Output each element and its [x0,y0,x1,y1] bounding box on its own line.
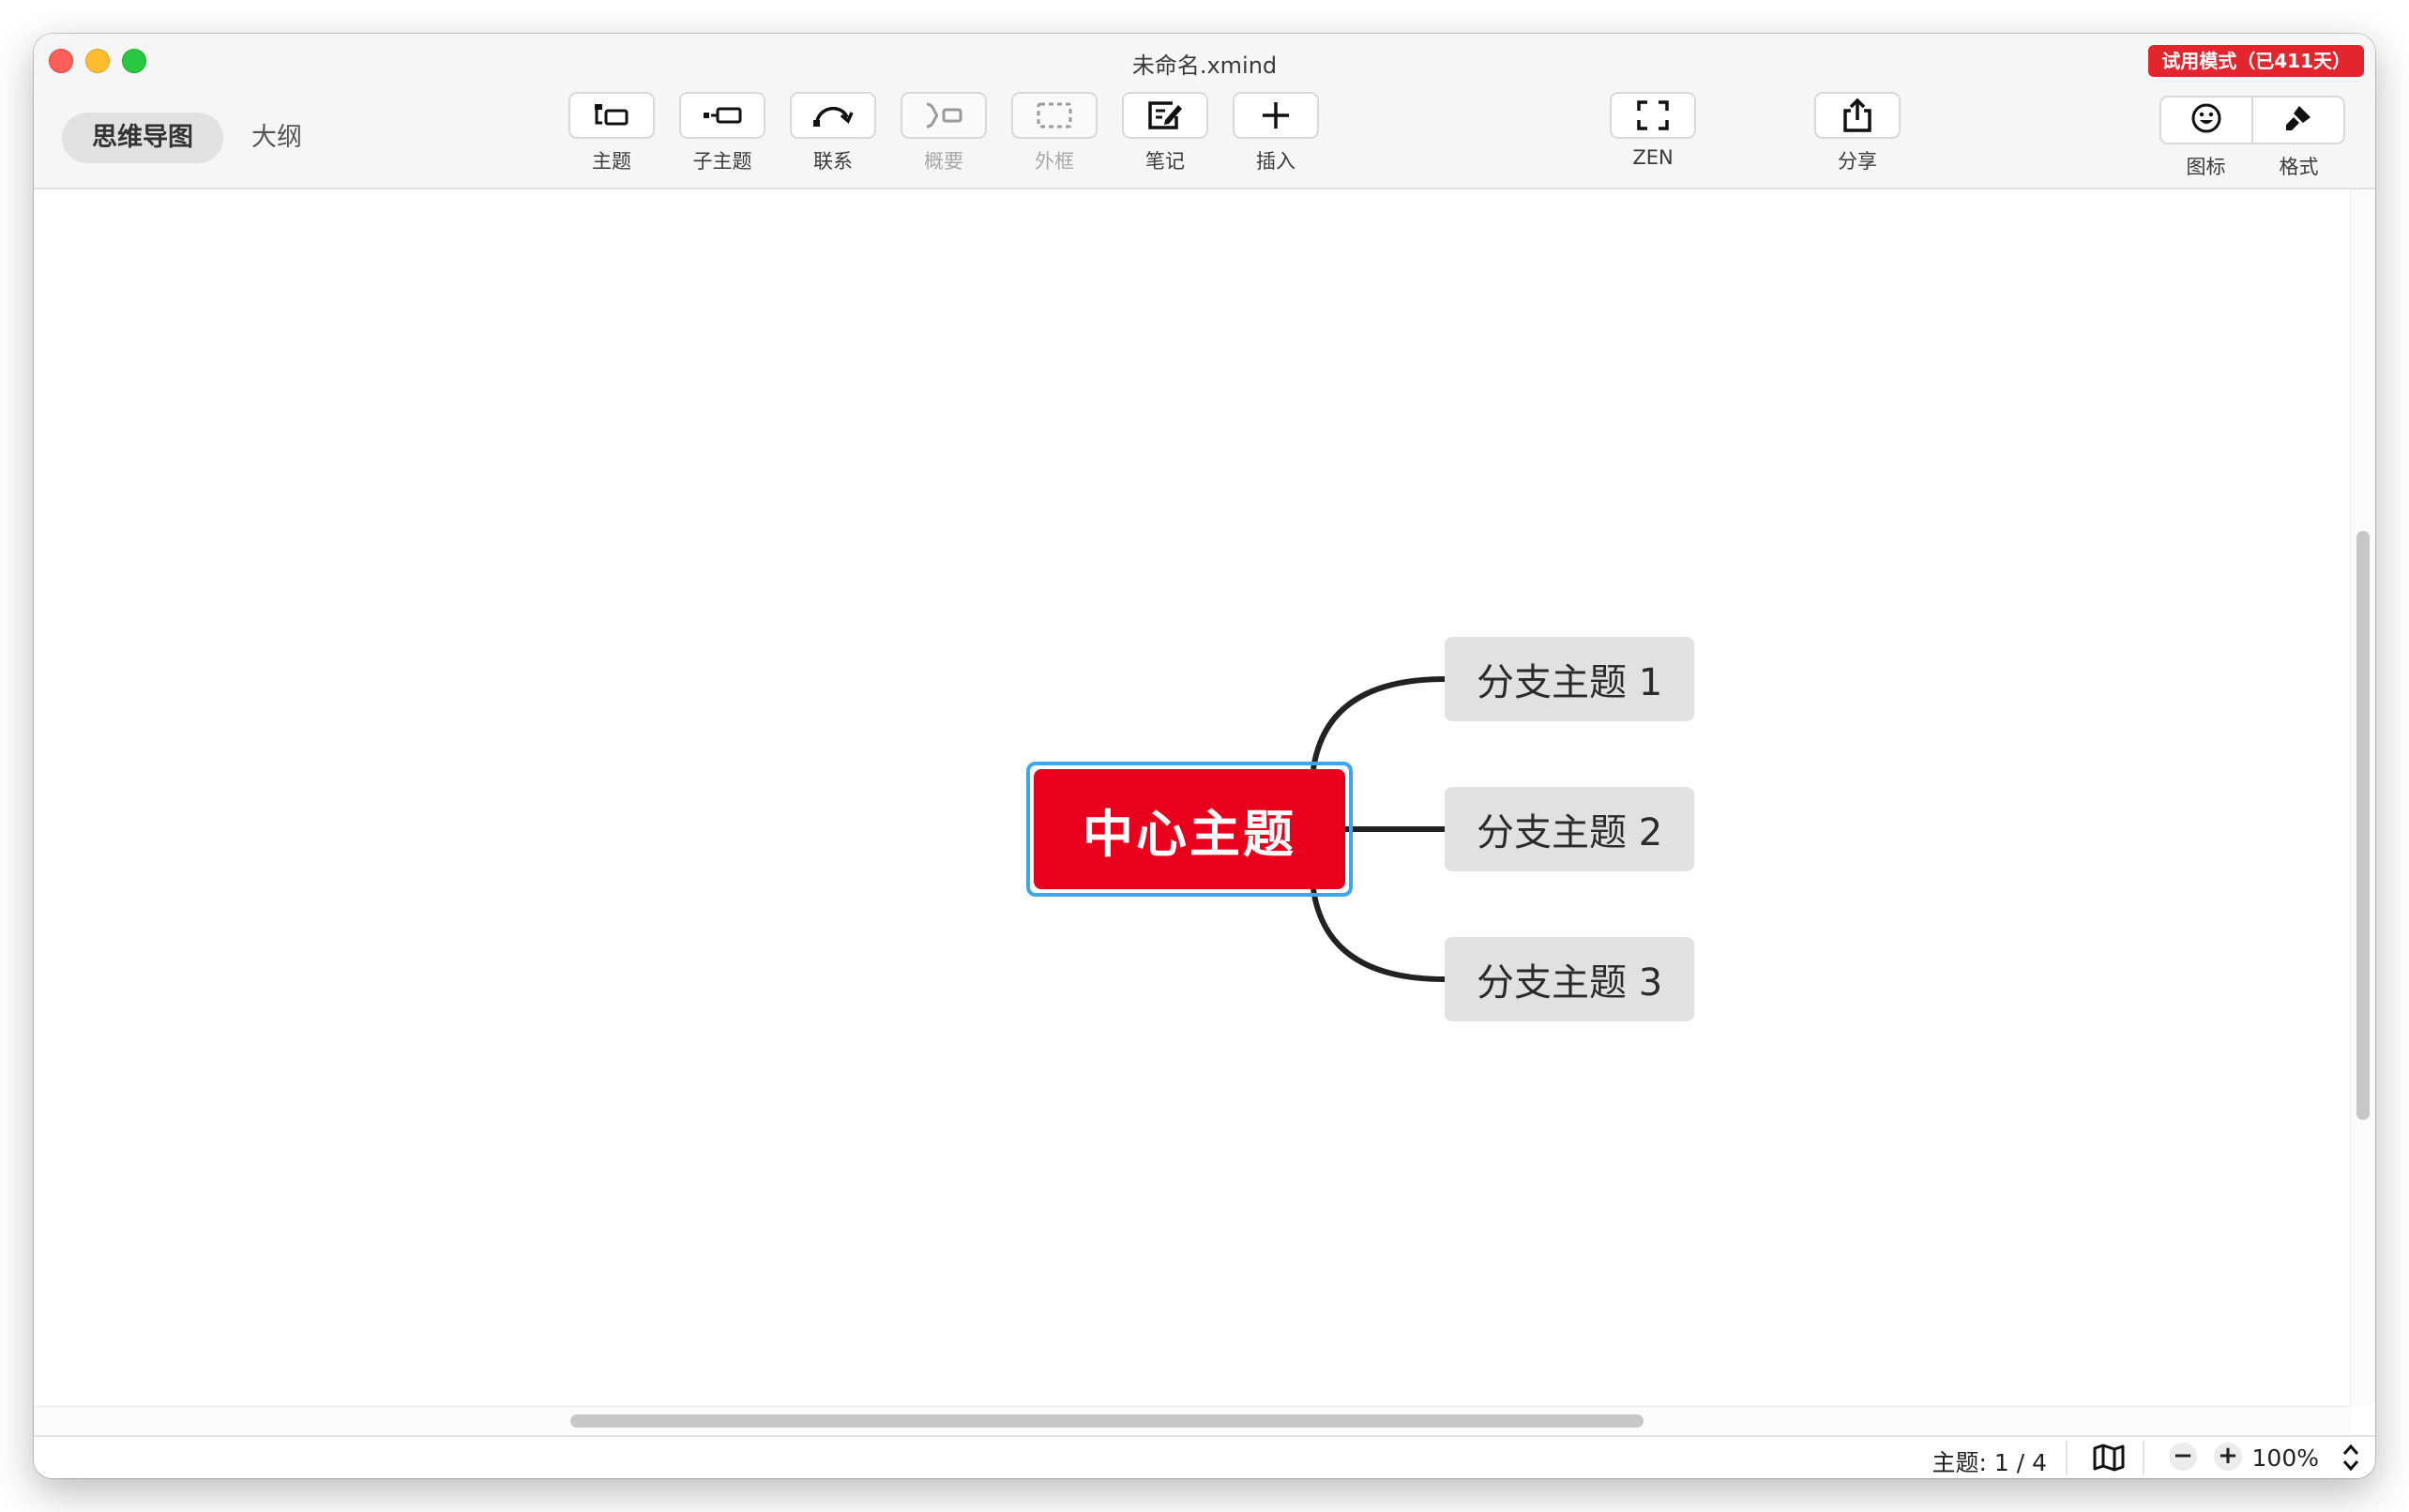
topic-icon [593,102,630,129]
summary-button-label: 概要 [924,150,963,173]
boundary-icon [1036,101,1073,129]
branch-topic-1[interactable]: 分支主题 1 [1445,637,1695,721]
smiley-icon [2190,102,2222,138]
format-panel-label: 格式 [2279,156,2319,178]
insert-button-label: 插入 [1256,150,1295,173]
icons-panel-button[interactable] [2161,98,2251,143]
topic-count: 主题: 1 / 4 [1932,1449,2048,1476]
notes-icon [1146,99,1184,131]
plus-icon [1260,99,1292,131]
relationship-button[interactable]: 联系 [788,92,878,174]
topic-button[interactable]: 主题 [567,92,657,174]
boundary-button-label: 外框 [1035,150,1074,173]
boundary-button[interactable]: 外框 [1009,92,1099,174]
topic-button-label: 主题 [592,150,631,173]
notes-button-label: 笔记 [1145,150,1185,173]
central-topic[interactable]: 中心主题 [1034,769,1345,889]
toolbar-area: 未命名.xmind 试用模式（已411天） 思维导图 大纲 主题 子主题 联系 … [34,34,2375,189]
app-window: 未命名.xmind 试用模式（已411天） 思维导图 大纲 主题 子主题 联系 … [34,34,2375,1478]
insert-button[interactable]: 插入 [1231,92,1321,174]
status-bar: 主题: 1 / 4 − + 100% [34,1435,2375,1478]
zoom-level: 100% [2251,1444,2319,1472]
format-panel-button[interactable] [2251,98,2343,143]
zoom-out-button[interactable]: − [2169,1443,2197,1471]
notes-button[interactable]: 笔记 [1120,92,1210,174]
vertical-scroll-thumb[interactable] [2356,531,2370,1120]
branch-topic-2[interactable]: 分支主题 2 [1445,787,1695,871]
branch-topic-3[interactable]: 分支主题 3 [1445,937,1695,1021]
mindmap-canvas[interactable]: 中心主题 分支主题 1 分支主题 2 分支主题 3 [34,189,2375,1437]
vertical-scrollbar[interactable] [2350,189,2375,1405]
summary-icon [923,101,964,129]
trial-mode-badge[interactable]: 试用模式（已411天） [2148,45,2364,77]
share-button[interactable]: 分享 [1812,92,1902,174]
zoom-in-button[interactable]: + [2214,1443,2242,1471]
zen-button[interactable]: ZEN [1608,92,1698,169]
map-icon[interactable] [2092,1443,2126,1476]
share-icon [1841,98,1873,133]
summary-button[interactable]: 概要 [899,92,989,174]
status-divider [2066,1441,2068,1474]
window-title: 未命名.xmind [1131,53,1278,79]
tab-mindmap[interactable]: 思维导图 [62,113,223,163]
connector-branch-3 [1311,888,1446,982]
subtopic-button[interactable]: 子主题 [677,92,767,174]
connector-branch-1 [1311,676,1446,770]
relationship-button-label: 联系 [813,150,853,173]
horizontal-scrollbar[interactable] [34,1406,2351,1437]
brush-icon [2282,102,2314,138]
status-divider [2143,1441,2144,1474]
relationship-icon [811,102,855,129]
subtopic-button-label: 子主题 [692,150,752,173]
tab-outline[interactable]: 大纲 [223,113,330,163]
zoom-stepper-icon[interactable] [2341,1443,2360,1476]
zen-button-label: ZEN [1632,146,1674,169]
inspector-toggle: 图标 格式 [2159,96,2345,180]
fullscreen-icon [1636,99,1670,131]
view-switch: 思维导图 大纲 [62,113,330,163]
share-button-label: 分享 [1838,150,1877,173]
subtopic-icon [702,104,743,127]
icons-panel-label: 图标 [2186,156,2226,178]
horizontal-scroll-thumb[interactable] [570,1414,1644,1428]
